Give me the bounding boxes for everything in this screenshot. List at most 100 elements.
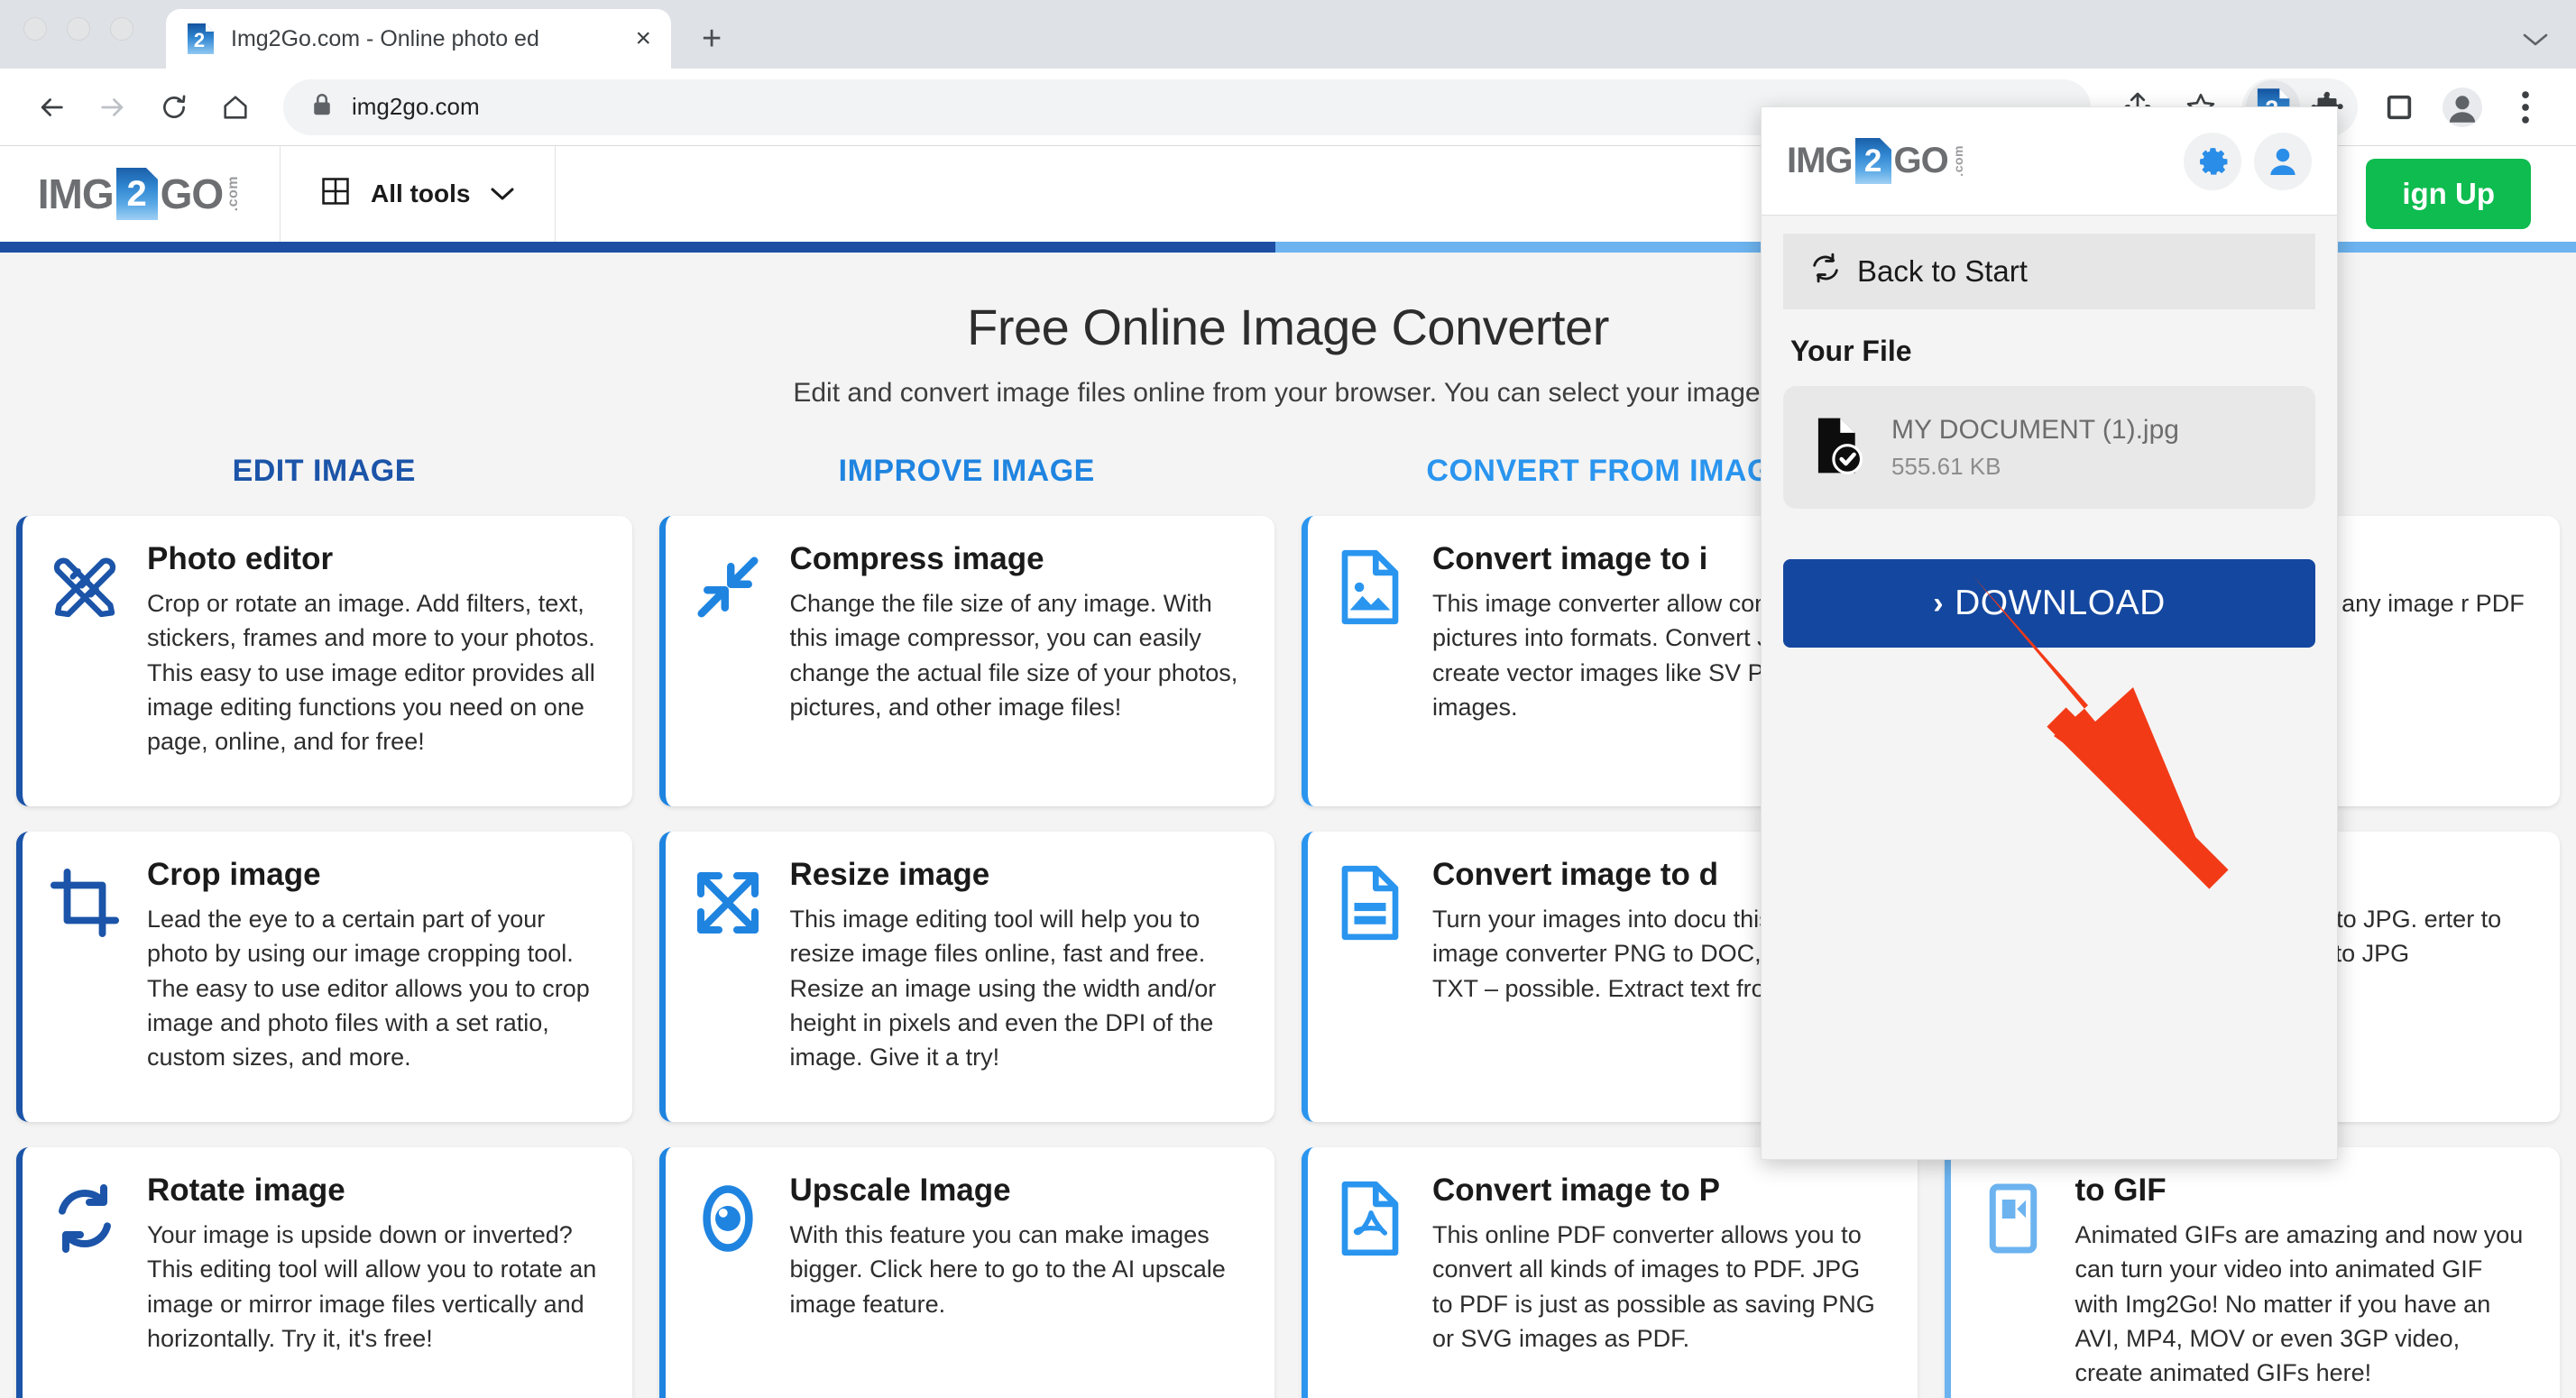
- card-description: Crop or rotate an image. Add filters, te…: [147, 590, 595, 756]
- all-tools-label: All tools: [371, 179, 471, 207]
- back-to-start-button[interactable]: Back to Start: [1783, 234, 2315, 309]
- column-title: IMPROVE IMAGE: [838, 454, 1095, 488]
- tool-card-resize-image[interactable]: Resize image This image editing tool wil…: [658, 832, 1274, 1122]
- column-title: EDIT IMAGE: [232, 454, 416, 488]
- maximize-window-button[interactable]: [110, 17, 133, 41]
- card-description: Lead the eye to a certain part of your p…: [147, 906, 590, 1071]
- home-button[interactable]: [207, 79, 263, 135]
- card-title: to GIF: [2075, 1173, 2167, 1208]
- tool-card-crop-image[interactable]: Crop image Lead the eye to a certain par…: [16, 832, 632, 1122]
- card-title: Convert image to P: [1432, 1173, 1720, 1208]
- popup-logo-text-left: IMG: [1787, 141, 1854, 180]
- card-body: Convert image to P This online PDF conve…: [1432, 1173, 1887, 1398]
- file-meta: MY DOCUMENT (1).jpg 555.61 KB: [1891, 415, 2179, 481]
- card-body: Photo editor Crop or rotate an image. Ad…: [147, 541, 602, 776]
- close-tab-button[interactable]: ×: [635, 25, 651, 52]
- card-body: Compress image Change the file size of a…: [790, 541, 1245, 776]
- card-description: With this feature you can make images bi…: [789, 1221, 1226, 1318]
- crop-icon: [46, 864, 124, 942]
- card-title: Resize image: [789, 857, 990, 892]
- tool-card-convert-image-to-pdf[interactable]: Convert image to P This online PDF conve…: [1302, 1147, 1918, 1398]
- tool-card-rotate-image[interactable]: Rotate image Your image is upside down o…: [16, 1147, 632, 1398]
- rotate-icon: [46, 1180, 124, 1257]
- file-size: 555.61 KB: [1891, 452, 2001, 480]
- card-title: Upscale Image: [789, 1173, 1011, 1208]
- video-icon: [1974, 1180, 2052, 1257]
- extension-popup: IMG 2 GO .com Back to Start Your File MY…: [1761, 106, 2338, 1160]
- pencil-ruler-icon: [46, 548, 124, 626]
- file-pdf-icon: [1331, 1180, 1409, 1257]
- logo-text-left: IMG: [37, 170, 115, 217]
- column-edit-image: EDIT IMAGE Photo editor Crop or rotate a…: [16, 454, 632, 1398]
- profile-avatar-icon[interactable]: [2435, 80, 2489, 134]
- gear-icon[interactable]: [2184, 132, 2241, 190]
- popup-header: IMG 2 GO .com: [1762, 107, 2337, 216]
- tab-search-chevron-down-icon[interactable]: [2522, 26, 2549, 53]
- card-title: Compress image: [789, 541, 1044, 576]
- accent-bar-dark: [0, 242, 1275, 253]
- download-button-label: DOWNLOAD: [1955, 584, 2166, 622]
- column-improve-image: IMPROVE IMAGE Compress image Change the …: [658, 454, 1274, 1398]
- reload-button[interactable]: [146, 79, 202, 135]
- sign-up-button[interactable]: ign Up: [2366, 159, 2531, 229]
- tab-title: Img2Go.com - Online photo ed: [231, 25, 539, 51]
- file-check-icon: [1810, 415, 1866, 481]
- svg-text:2: 2: [194, 29, 205, 51]
- logo-dotcom: .com: [225, 176, 242, 212]
- popup-logo-badge-icon: 2: [1854, 138, 1891, 184]
- all-tools-menu[interactable]: All tools: [281, 146, 555, 242]
- site-logo[interactable]: IMG 2 GO .com: [0, 146, 280, 242]
- new-tab-button[interactable]: +: [702, 22, 722, 56]
- card-body: Rotate image Your image is upside down o…: [147, 1173, 602, 1398]
- tool-card-upscale-image[interactable]: Upscale Image With this feature you can …: [658, 1147, 1274, 1398]
- chevron-down-icon: [490, 179, 515, 208]
- card-description: This online PDF converter allows you to …: [1432, 1221, 1875, 1352]
- signup-wrap: ign Up: [2366, 146, 2576, 242]
- chrome-menu-icon[interactable]: [2498, 80, 2553, 134]
- browser-tab-strip: 2 Img2Go.com - Online photo ed × +: [0, 0, 2576, 69]
- card-title: Rotate image: [147, 1173, 345, 1208]
- popup-body: Back to Start Your File MY DOCUMENT (1).…: [1762, 216, 2337, 1159]
- window-traffic-lights: [23, 0, 133, 69]
- card-body: Crop image Lead the eye to a certain par…: [147, 857, 602, 1091]
- logo-badge-icon: 2: [115, 168, 158, 220]
- card-description: Your image is upside down or inverted? T…: [147, 1221, 597, 1352]
- card-description: Animated GIFs are amazing and now you ca…: [2075, 1221, 2524, 1387]
- popup-logo-dotcom: .com: [1950, 145, 1965, 177]
- card-title: Crop image: [147, 857, 321, 892]
- file-name: MY DOCUMENT (1).jpg: [1891, 414, 2179, 445]
- logo-text-right: GO: [160, 170, 225, 217]
- card-body: to GIF Animated GIFs are amazing and now…: [2075, 1173, 2530, 1398]
- user-icon[interactable]: [2254, 132, 2312, 190]
- popup-logo[interactable]: IMG 2 GO .com: [1787, 138, 1965, 184]
- back-button[interactable]: [23, 79, 79, 135]
- card-title: Photo editor: [147, 541, 334, 576]
- browser-tab[interactable]: 2 Img2Go.com - Online photo ed ×: [166, 9, 671, 69]
- popup-logo-text-right: GO: [1893, 141, 1949, 180]
- tool-card-compress-image[interactable]: Compress image Change the file size of a…: [658, 516, 1274, 806]
- side-panel-icon[interactable]: [2372, 80, 2426, 134]
- back-to-start-label: Back to Start: [1857, 254, 2028, 288]
- tool-card-photo-editor[interactable]: Photo editor Crop or rotate an image. Ad…: [16, 516, 632, 806]
- grid-icon: [320, 176, 351, 213]
- card-description: This image editing tool will help you to…: [789, 906, 1217, 1071]
- compress-arrows-icon: [689, 548, 767, 626]
- img2go-favicon-icon: 2: [186, 23, 215, 55]
- tool-card-video-to-gif[interactable]: to GIF Animated GIFs are amazing and now…: [1944, 1147, 2560, 1398]
- minimize-window-button[interactable]: [67, 17, 90, 41]
- popup-header-icons: [2184, 132, 2312, 190]
- your-file-label: Your File: [1790, 335, 1912, 367]
- forward-button[interactable]: [85, 79, 141, 135]
- file-image-icon: [1331, 548, 1409, 626]
- card-description: Change the file size of any image. With …: [789, 590, 1238, 721]
- card-body: Upscale Image With this feature you can …: [790, 1173, 1245, 1398]
- refresh-icon: [1808, 251, 1843, 292]
- close-window-button[interactable]: [23, 17, 47, 41]
- file-result-item[interactable]: MY DOCUMENT (1).jpg 555.61 KB: [1783, 386, 2315, 509]
- expand-arrows-icon: [689, 864, 767, 942]
- card-body: Resize image This image editing tool wil…: [790, 857, 1245, 1091]
- eye-icon: [689, 1180, 767, 1257]
- address-bar-url: img2go.com: [352, 93, 480, 120]
- download-chevron-icon: ›: [1933, 585, 1945, 621]
- download-button[interactable]: › DOWNLOAD: [1783, 559, 2315, 648]
